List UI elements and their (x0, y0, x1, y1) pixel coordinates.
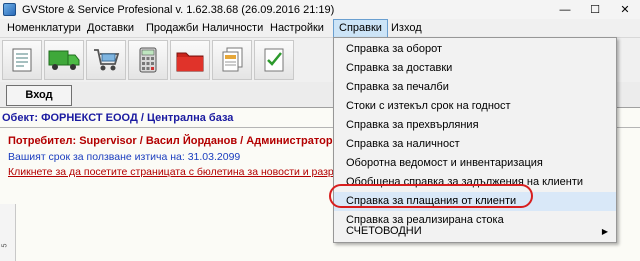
window-title: GVStore & Service Profesional v. 1.62.38… (22, 3, 335, 16)
vertical-ruler (0, 204, 16, 261)
menu-item-client-debts[interactable]: Обобщена справка за задължения на клиент… (334, 173, 616, 192)
menu-dostavki[interactable]: Доставки (82, 19, 139, 38)
menu-item-transfers[interactable]: Справка за прехвърляния (334, 116, 616, 135)
close-icon[interactable]: ✕ (610, 0, 640, 19)
ruler-number: 5 (1, 243, 9, 248)
minimize-icon[interactable]: — (550, 0, 580, 19)
menu-item-client-payments[interactable]: Справка за плащания от клиенти (334, 192, 616, 211)
toolbar-notes-button[interactable] (2, 40, 42, 80)
object-info: Обект: ФОРНЕКСТ ЕООД / Централна база (2, 112, 234, 124)
menu-item-pechalbi[interactable]: Справка за печалби (334, 78, 616, 97)
toolbar-checklist-button[interactable] (254, 40, 294, 80)
folder-icon (176, 52, 204, 72)
menu-item-inventory[interactable]: Оборотна ведомост и инвентаризация (334, 154, 616, 173)
license-expiry: Вашият срок за ползване изтича на: 31.03… (8, 151, 241, 163)
menu-item-accounting-label: СЧЕТОВОДНИ (346, 225, 422, 237)
documents-icon (222, 47, 243, 72)
newsletter-link[interactable]: Кликнете за да посетите страницата с бюл… (8, 166, 361, 178)
spravki-dropdown-menu: Справка за оборот Справка за доставки Сп… (333, 37, 617, 243)
menu-item-availability[interactable]: Справка за наличност (334, 135, 616, 154)
user-info: Потребител: Supervisor / Васил Йорданов … (8, 135, 349, 147)
toolbar-folder-button[interactable] (170, 40, 210, 80)
toolbar-sales-button[interactable] (86, 40, 126, 80)
menu-prodazhbi[interactable]: Продажби (141, 19, 203, 38)
calculator-icon (139, 47, 157, 73)
menu-izhod[interactable]: Изход (386, 19, 427, 38)
toolbar-stock-button[interactable] (128, 40, 168, 80)
menu-item-expired-stock[interactable]: Стоки с изтекъл срок на годност (334, 97, 616, 116)
menu-nomenklaturi[interactable]: Номенклатури (2, 19, 86, 38)
delivery-truck-icon (48, 50, 80, 70)
menu-nalichnosti[interactable]: Наличности (197, 19, 268, 38)
menu-bar: Номенклатури Доставки Продажби Наличност… (0, 19, 640, 38)
menu-item-dostavki-report[interactable]: Справка за доставки (334, 59, 616, 78)
checklist-icon (264, 48, 284, 72)
title-bar: GVStore & Service Profesional v. 1.62.38… (0, 0, 640, 19)
menu-item-accounting[interactable]: СЧЕТОВОДНИ ▶ (334, 222, 616, 241)
toolbar-delivery-button[interactable] (44, 40, 84, 80)
toolbar-documents-button[interactable] (212, 40, 252, 80)
menu-nastroiki[interactable]: Настройки (265, 19, 329, 38)
shopping-cart-icon (94, 49, 120, 71)
maximize-icon[interactable]: ☐ (580, 0, 610, 19)
menu-item-oborot[interactable]: Справка за оборот (334, 40, 616, 59)
notepad-icon (12, 48, 32, 72)
menu-spravki[interactable]: Справки (333, 19, 388, 38)
window-controls: — ☐ ✕ (550, 0, 640, 19)
tab-vhod[interactable]: Вход (6, 85, 72, 106)
submenu-arrow-icon: ▶ (601, 227, 608, 236)
app-icon (3, 3, 16, 16)
